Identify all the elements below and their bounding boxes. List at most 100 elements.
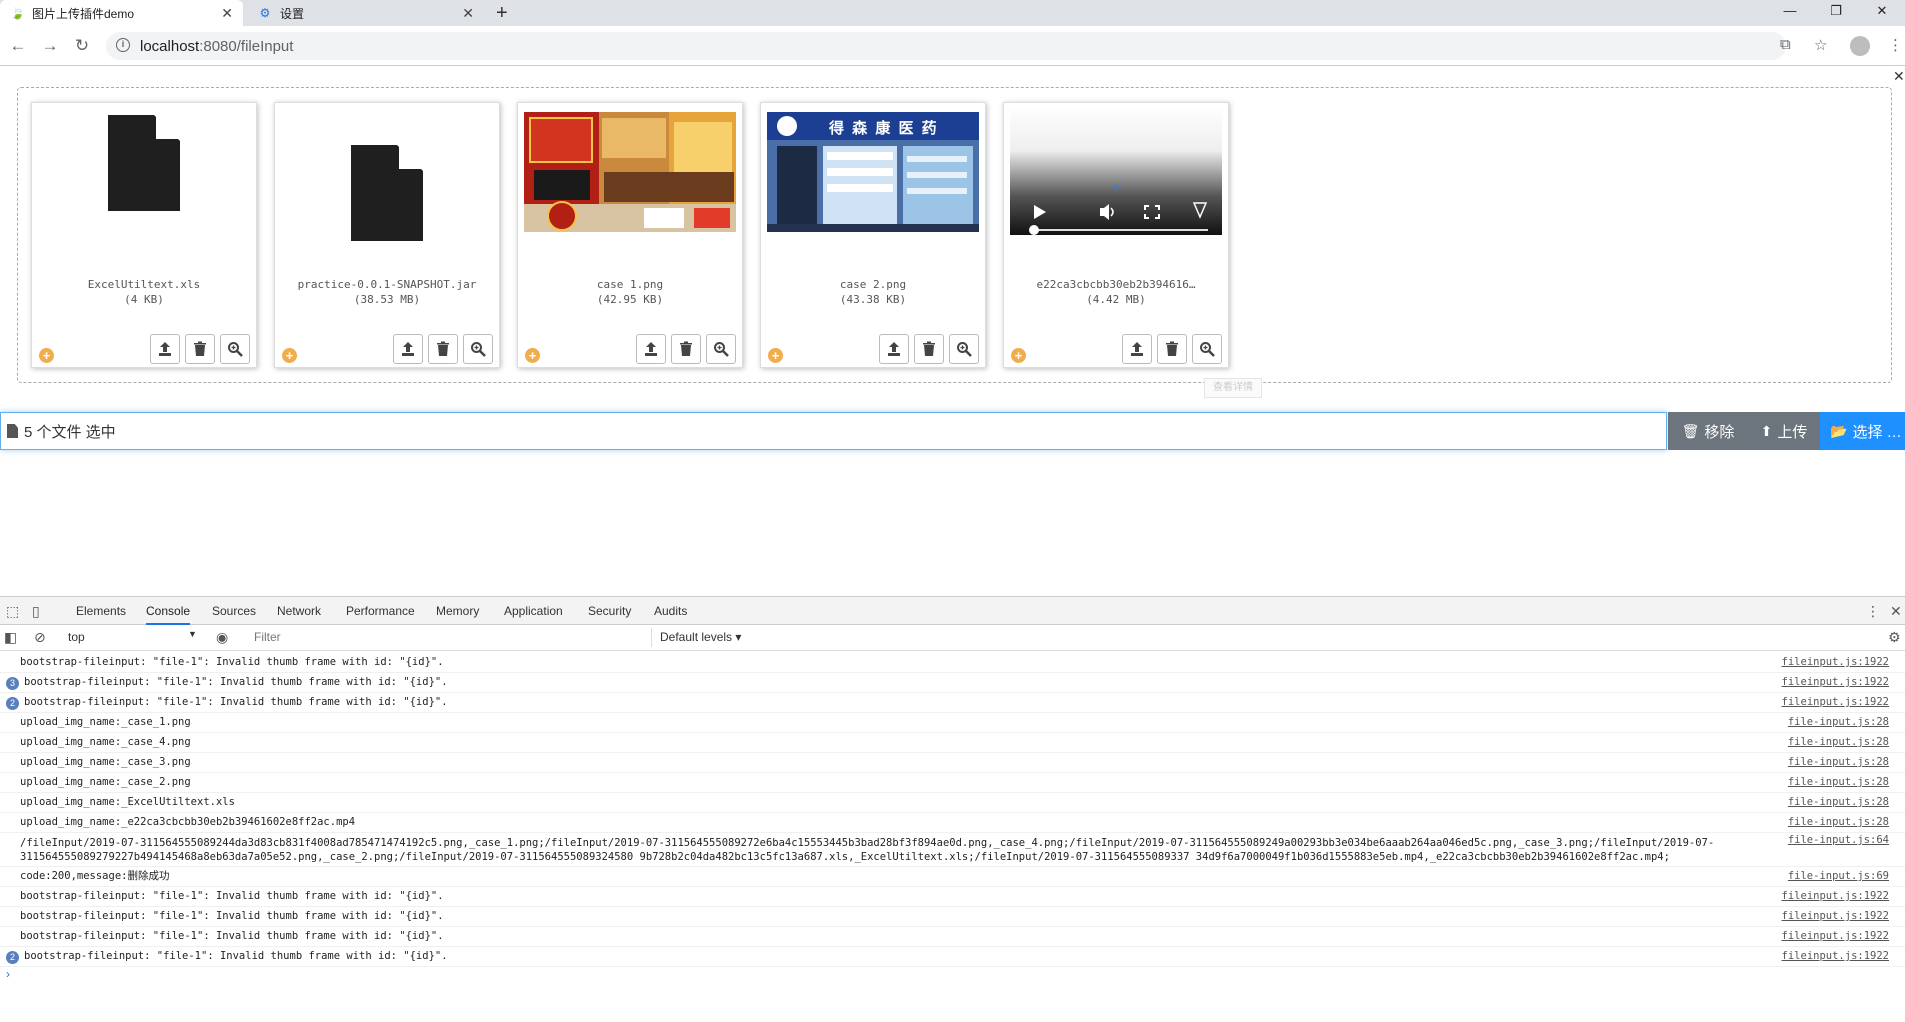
tab-settings[interactable]: ⚙ 设置 ✕ (248, 0, 484, 26)
delete-button[interactable] (185, 334, 215, 364)
source-link[interactable]: file-input.js:28 (1788, 753, 1889, 772)
trash-icon (194, 341, 206, 356)
source-link[interactable]: fileinput.js:1922 (1782, 947, 1889, 966)
tab-network[interactable]: Network (277, 597, 321, 625)
source-link[interactable]: file-input.js:28 (1788, 713, 1889, 732)
source-link[interactable]: fileinput.js:1922 (1782, 653, 1889, 672)
upload-label: 上传 (1777, 423, 1808, 441)
clear-console-icon[interactable]: ⊘ (34, 629, 46, 646)
seek-handle (1029, 224, 1039, 235)
console-log-row: upload_img_name:_case_4.png file-input.js… (0, 733, 1905, 753)
leaf-icon: 🍃 (10, 6, 25, 20)
upload-button[interactable] (393, 334, 423, 364)
browse-button[interactable]: 📂 选择 … (1820, 412, 1905, 450)
upload-button[interactable] (1122, 334, 1152, 364)
tab-fileinput-demo[interactable]: 🍃 图片上传插件demo ✕ (0, 0, 243, 26)
delete-button[interactable] (671, 334, 701, 364)
inspect-icon[interactable]: ⬚ (6, 603, 19, 620)
devtools-panel: ⬚ ▯ Elements Console Sources Network Per… (0, 596, 1905, 1022)
menu-kebab-icon[interactable]: ⋮ (1888, 36, 1903, 54)
repeat-count-badge: 2 (6, 951, 19, 964)
tab-security[interactable]: Security (588, 597, 631, 625)
source-link[interactable]: fileinput.js:1922 (1782, 673, 1889, 692)
tab-sources[interactable]: Sources (212, 597, 256, 625)
tab-console[interactable]: Console (146, 597, 191, 625)
tab-memory[interactable]: Memory (436, 597, 479, 625)
source-link[interactable]: file-input.js:28 (1788, 733, 1889, 752)
source-link[interactable]: file-input.js:69 (1788, 867, 1889, 886)
reload-button[interactable]: ↻ (70, 34, 94, 58)
new-tab-button[interactable]: + (496, 2, 508, 24)
bookmark-star-icon[interactable]: ☆ (1814, 36, 1827, 54)
source-link[interactable]: file-input.js:28 (1788, 793, 1889, 812)
console-filter-input[interactable]: Filter (248, 628, 652, 647)
file-size: (42.95 KB) (596, 293, 664, 306)
close-icon[interactable]: ✕ (462, 5, 474, 22)
file-caption-input[interactable]: 5 个文件 选中 (0, 412, 1667, 450)
tab-application[interactable]: Application (504, 597, 563, 625)
sidebar-toggle-icon[interactable]: ◧ (4, 629, 17, 646)
tab-audits[interactable]: Audits (654, 597, 687, 625)
zoom-button[interactable] (1192, 334, 1222, 364)
console-log-row: /fileInput/2019-07-311564555089244da3d83… (0, 833, 1905, 867)
console-log-row: bootstrap-fileinput: "file-1": Invalid t… (0, 927, 1905, 947)
address-bar[interactable]: i localhost:8080/fileInput (106, 32, 1786, 60)
gear-icon[interactable]: ⚙ (1888, 629, 1901, 646)
console-prompt[interactable]: › (6, 967, 10, 981)
tab-elements[interactable]: Elements (76, 597, 126, 625)
folder-open-icon: 📂 (1830, 422, 1848, 439)
source-link[interactable]: fileinput.js:1922 (1782, 927, 1889, 946)
frame-actions (1122, 334, 1222, 364)
delete-button[interactable] (428, 334, 458, 364)
upload-button[interactable] (150, 334, 180, 364)
console-log-row: bootstrap-fileinput: "file-1": Invalid t… (0, 907, 1905, 927)
file-thumbnail[interactable] (1010, 104, 1222, 235)
forward-button[interactable]: → (38, 34, 62, 58)
minimize-button[interactable]: — (1767, 0, 1813, 26)
video-player[interactable] (1010, 104, 1222, 235)
zoom-icon (1200, 342, 1215, 357)
device-toggle-icon[interactable]: ▯ (32, 603, 40, 620)
console-message: upload_img_name:_case_2.png (20, 776, 191, 788)
file-thumbnail[interactable] (38, 109, 250, 234)
upload-all-button[interactable]: ⬆ 上传 (1748, 412, 1820, 450)
context-selector[interactable]: top (64, 628, 198, 647)
source-link[interactable]: file-input.js:64 (1788, 833, 1889, 847)
upload-button[interactable] (636, 334, 666, 364)
frame-actions (150, 334, 250, 364)
source-link[interactable]: fileinput.js:1922 (1782, 907, 1889, 926)
source-link[interactable]: fileinput.js:1922 (1782, 887, 1889, 906)
info-icon[interactable]: i (116, 38, 130, 52)
delete-button[interactable] (914, 334, 944, 364)
delete-button[interactable] (1157, 334, 1187, 364)
zoom-button[interactable] (706, 334, 736, 364)
remove-button[interactable]: 🗑 移除 (1668, 412, 1748, 450)
url-text[interactable]: localhost:8080/fileInput (140, 38, 293, 55)
console-log-row: bootstrap-fileinput: "file-1": Invalid t… (0, 887, 1905, 907)
source-link[interactable]: fileinput.js:1922 (1782, 693, 1889, 712)
profile-avatar[interactable] (1850, 36, 1870, 56)
image-preview: 得 森 康 医 药 (767, 111, 979, 232)
file-thumbnail[interactable] (281, 109, 493, 241)
eye-icon[interactable]: ◉ (216, 629, 228, 646)
devtools-menu-icon[interactable]: ⋮ (1866, 603, 1880, 620)
tab-performance[interactable]: Performance (346, 597, 415, 625)
devtools-close-icon[interactable]: ✕ (1890, 603, 1902, 620)
file-thumbnail[interactable] (524, 109, 736, 234)
source-link[interactable]: file-input.js:28 (1788, 773, 1889, 792)
back-button[interactable]: ← (6, 34, 30, 58)
file-thumbnail[interactable]: 得 森 康 医 药 (767, 109, 979, 234)
upload-button[interactable] (879, 334, 909, 364)
translate-icon[interactable]: ⧉ (1780, 36, 1791, 53)
restore-button[interactable]: ❐ (1813, 0, 1859, 26)
chevron-down-icon: ▼ (188, 629, 197, 639)
zoom-button[interactable] (949, 334, 979, 364)
close-icon[interactable]: ✕ (221, 5, 233, 22)
window-close-button[interactable]: ✕ (1859, 0, 1905, 26)
zoom-button[interactable] (220, 334, 250, 364)
source-link[interactable]: file-input.js:28 (1788, 813, 1889, 832)
close-icon[interactable]: ✕ (1893, 68, 1905, 85)
zoom-button[interactable] (463, 334, 493, 364)
file-preview-frame: case 1.png (42.95 KB) + (517, 102, 743, 368)
log-levels-dropdown[interactable]: Default levels ▾ (660, 628, 741, 647)
